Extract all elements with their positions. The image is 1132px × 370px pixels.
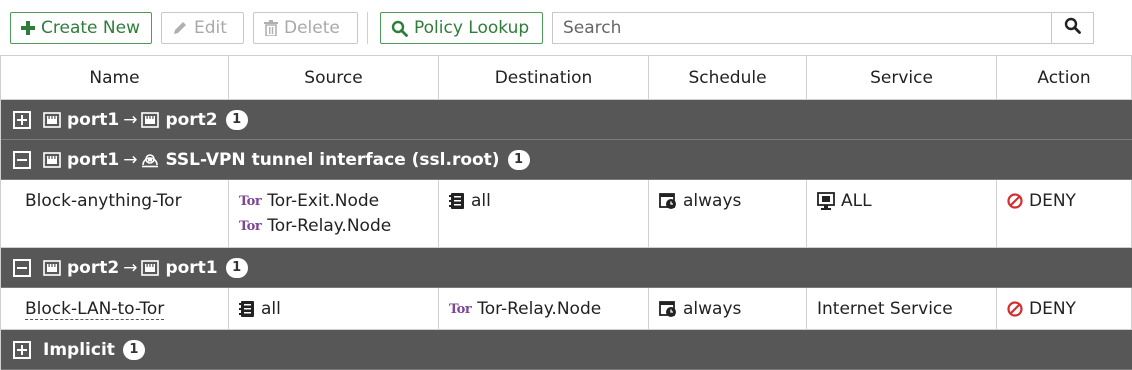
collapse-icon[interactable] [13,150,31,169]
trash-icon [264,20,278,36]
interface-port-icon [43,259,61,276]
group-to-interface: port2 [165,109,218,130]
group-count-badge: 1 [122,339,145,360]
search-icon [1064,17,1081,39]
interface-port-icon [43,151,61,168]
source-entry[interactable]: all [261,299,281,319]
delete-button[interactable]: Delete [253,12,358,44]
service-cell: Internet Service [807,288,997,329]
tor-address-icon: Tor [239,193,262,209]
edit-label: Edit [194,18,227,38]
schedule-cell: always [649,180,807,247]
search-button[interactable] [1051,13,1093,43]
policy-lookup-button[interactable]: Policy Lookup [380,12,543,44]
policy-name[interactable]: Block-anything-Tor [25,191,182,211]
service-entry[interactable]: ALL [841,191,872,211]
group-header-port2-port1[interactable]: port2 → port1 1 [1,248,1132,288]
search-input[interactable] [553,13,1053,43]
pencil-icon [172,20,188,36]
arrow-right-icon: → [123,149,138,170]
source-entry[interactable]: Tor-Relay.Node [267,216,391,236]
collapse-icon[interactable] [13,258,31,277]
arrow-right-icon: → [123,257,138,278]
interface-port-icon [43,111,61,128]
schedule-entry[interactable]: always [683,191,741,211]
group-to-interface: port1 [165,257,218,278]
destination-cell: all [439,180,649,247]
policy-name-cell: Block-anything-Tor [1,180,229,247]
delete-label: Delete [284,18,340,38]
group-count-badge: 1 [507,149,530,170]
service-entry[interactable]: Internet Service [817,299,953,319]
policy-lookup-label: Policy Lookup [414,18,530,38]
table-header: Name Source Destination Schedule Service… [1,56,1132,100]
source-cell: all [229,288,439,329]
interface-port-icon [141,111,160,128]
action-entry: DENY [1029,191,1076,211]
expand-icon[interactable] [13,110,31,129]
policy-name[interactable]: Block-LAN-to-Tor [25,299,165,320]
deny-icon [1007,301,1023,317]
tor-address-icon: Tor [239,218,262,234]
address-icon [239,300,255,318]
column-header-destination[interactable]: Destination [439,56,649,100]
interface-port-icon [141,259,160,276]
table-row[interactable]: Block-anything-Tor Tor Tor-Exit.Node Tor… [1,180,1132,248]
group-from-interface: port2 [67,257,120,278]
group-label: Implicit [43,339,115,360]
group-to-interface: SSL-VPN tunnel interface (ssl.root) [165,149,500,170]
deny-icon [1007,193,1023,209]
magnifier-icon [391,20,408,37]
search-box [552,12,1094,44]
action-cell: DENY [997,288,1132,329]
create-new-label: Create New [41,18,140,38]
column-header-schedule[interactable]: Schedule [649,56,807,100]
plus-icon [21,21,35,35]
column-header-action[interactable]: Action [997,56,1132,100]
table-row[interactable]: Block-LAN-to-Tor all Tor Tor-Relay.Node … [1,288,1132,330]
service-cell: ALL [807,180,997,247]
group-count-badge: 1 [225,257,248,278]
action-entry: DENY [1029,299,1076,319]
toolbar: Create New Edit Delete Policy Lookup [0,0,1132,55]
destination-entry[interactable]: all [471,191,491,211]
create-new-button[interactable]: Create New [10,12,152,44]
schedule-cell: always [649,288,807,329]
group-from-interface: port1 [67,149,120,170]
source-entry[interactable]: Tor-Exit.Node [267,191,379,211]
group-header-port1-port2[interactable]: port1 → port2 1 [1,100,1132,140]
destination-cell: Tor Tor-Relay.Node [439,288,649,329]
group-count-badge: 1 [225,109,248,130]
action-cell: DENY [997,180,1132,247]
policy-name-cell: Block-LAN-to-Tor [1,288,229,329]
service-icon [817,192,835,210]
edit-button[interactable]: Edit [161,12,244,44]
policy-table: Name Source Destination Schedule Service… [0,55,1132,370]
group-header-implicit[interactable]: Implicit 1 [1,330,1132,370]
source-cell: Tor Tor-Exit.Node Tor Tor-Relay.Node [229,180,439,247]
column-header-service[interactable]: Service [807,56,997,100]
address-icon [449,192,465,210]
schedule-icon [659,300,677,318]
expand-icon[interactable] [13,340,31,359]
schedule-icon [659,192,677,210]
schedule-entry[interactable]: always [683,299,741,319]
arrow-right-icon: → [123,109,138,130]
tor-address-icon: Tor [449,301,472,317]
column-header-name[interactable]: Name [1,56,229,100]
column-header-source[interactable]: Source [229,56,439,100]
toolbar-divider [367,12,368,44]
ssl-vpn-icon [141,152,159,168]
group-header-port1-sslvpn[interactable]: port1 → SSL-VPN tunnel interface (ssl.ro… [1,140,1132,180]
group-from-interface: port1 [67,109,120,130]
destination-entry[interactable]: Tor-Relay.Node [477,299,601,319]
